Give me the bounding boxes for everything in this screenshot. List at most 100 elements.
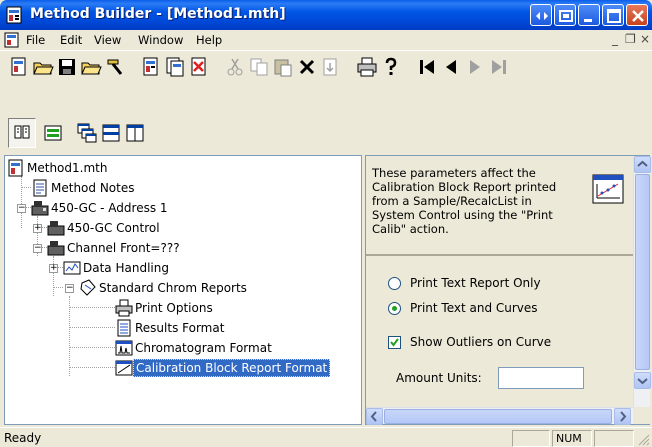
print-text-only-radio[interactable] (388, 277, 401, 290)
calibration-curve-icon (592, 174, 624, 204)
next-record-icon[interactable] (464, 56, 486, 78)
delete-report-icon[interactable] (188, 56, 210, 78)
open-recent-icon[interactable] (80, 56, 102, 78)
tree-item-label: Print Options (135, 301, 213, 315)
last-record-icon[interactable] (488, 56, 510, 78)
previous-record-icon[interactable] (440, 56, 462, 78)
tree-item-label: Method Notes (51, 181, 135, 195)
mdi-minimize-button[interactable]: _ (612, 32, 618, 46)
show-outliers-label: Show Outliers on Curve (410, 335, 552, 349)
report-icon[interactable] (140, 56, 162, 78)
insert-icon[interactable] (320, 56, 342, 78)
tree-item-label: Data Handling (83, 261, 169, 275)
minimize-button[interactable] (578, 4, 600, 26)
menu-bar: File Edit View Window Help _ ❐ × (0, 30, 652, 50)
vertical-scroll-thumb[interactable] (635, 174, 650, 370)
main-toolbar (0, 50, 652, 82)
save-icon[interactable] (56, 56, 78, 78)
tree-item-label: Standard Chrom Reports (99, 281, 247, 295)
tree-item-label: Chromatogram Format (135, 341, 272, 355)
collapse-toggle[interactable]: − (65, 284, 74, 293)
wand-icon[interactable] (104, 56, 126, 78)
maximize-button[interactable] (602, 4, 624, 26)
amount-units-label: Amount Units: (396, 371, 482, 385)
status-panel-blank (512, 430, 550, 447)
print-icon[interactable] (356, 56, 378, 78)
menu-file[interactable]: File (26, 33, 45, 47)
horizontal-scroll-thumb[interactable] (384, 409, 612, 424)
multi-report-icon[interactable] (164, 56, 186, 78)
title-bar: Method Builder - [Method1.mth] (0, 0, 652, 30)
status-bar: Ready NUM (0, 427, 652, 447)
menu-view[interactable]: View (94, 33, 121, 47)
method-file-icon (7, 159, 25, 177)
app-icon[interactable] (6, 6, 24, 24)
properties-pane: These parameters affect the Calibration … (365, 155, 651, 425)
expand-toggle[interactable]: + (33, 224, 42, 233)
tree-view-toggle[interactable] (8, 118, 36, 148)
print-text-curves-radio[interactable] (388, 302, 401, 315)
delete-icon[interactable] (296, 56, 318, 78)
channel-icon (47, 239, 65, 257)
vertical-scrollbar[interactable] (633, 156, 651, 407)
print-text-curves-label: Print Text and Curves (410, 301, 538, 315)
tree-item-label: Results Format (135, 321, 225, 335)
expand-toggle[interactable]: + (49, 264, 58, 273)
menu-help[interactable]: Help (196, 33, 222, 47)
data-handling-icon (63, 259, 81, 277)
resize-grip[interactable] (636, 432, 650, 446)
tree-item-label: Calibration Block Report Format (133, 359, 331, 377)
description-text: These parameters affect the Calibration … (372, 166, 557, 236)
copy-icon[interactable] (248, 56, 270, 78)
method-tree[interactable]: Method1.mth Method Notes − 450-GC - Addr… (4, 155, 362, 425)
tile-vertical-icon[interactable] (124, 122, 146, 144)
amount-units-input[interactable] (498, 367, 584, 389)
new-icon[interactable] (8, 56, 30, 78)
description-box: These parameters affect the Calibration … (366, 156, 633, 256)
paste-icon[interactable] (272, 56, 294, 78)
radio-selected-dot (392, 306, 397, 311)
chromatogram-icon (115, 339, 133, 357)
open-folder-icon[interactable] (32, 56, 54, 78)
first-record-icon[interactable] (416, 56, 438, 78)
document-icon[interactable] (4, 32, 20, 48)
results-icon (115, 319, 133, 337)
gc-control-icon (47, 219, 65, 237)
print-text-only-label: Print Text Report Only (410, 276, 541, 290)
scroll-down-button[interactable] (634, 372, 651, 389)
tree-item-label: 450-GC Control (67, 221, 160, 235)
horizontal-scrollbar[interactable] (366, 407, 633, 425)
help-icon[interactable] (380, 56, 402, 78)
scrollbar-corner (633, 407, 650, 424)
cut-icon[interactable] (224, 56, 246, 78)
menu-edit[interactable]: Edit (60, 33, 82, 47)
add-channel-icon[interactable] (42, 122, 64, 144)
collapse-toggle[interactable]: − (33, 244, 42, 253)
tree-item-label: Channel Front=??? (67, 241, 180, 255)
view-toolbar (0, 118, 644, 154)
tile-horizontal-icon[interactable] (100, 122, 122, 144)
menu-window[interactable]: Window (138, 33, 183, 47)
notes-icon (31, 179, 49, 197)
gc-instrument-icon (31, 199, 49, 217)
window-title: Method Builder - [Method1.mth] (30, 6, 286, 22)
reports-icon (79, 279, 97, 297)
cascade-icon[interactable] (76, 122, 98, 144)
scroll-up-button[interactable] (634, 156, 651, 173)
scroll-right-button[interactable] (614, 408, 631, 425)
status-text: Ready (4, 431, 42, 445)
tree-item-label: Method1.mth (27, 161, 108, 175)
calibration-report-icon (115, 359, 133, 377)
show-outliers-checkbox[interactable] (388, 336, 401, 349)
printer-icon (115, 299, 133, 317)
num-lock-indicator: NUM (552, 430, 592, 447)
tree-item-label: 450-GC - Address 1 (51, 201, 168, 215)
close-button[interactable] (626, 4, 648, 26)
status-panel-blank-2 (594, 430, 634, 447)
scroll-left-button[interactable] (366, 408, 383, 425)
help-context-button[interactable] (530, 4, 552, 26)
extra-button[interactable] (554, 4, 576, 26)
collapse-toggle[interactable]: − (17, 204, 26, 213)
mdi-restore-button[interactable]: ❐ (625, 32, 636, 46)
mdi-close-button[interactable]: × (640, 32, 650, 46)
